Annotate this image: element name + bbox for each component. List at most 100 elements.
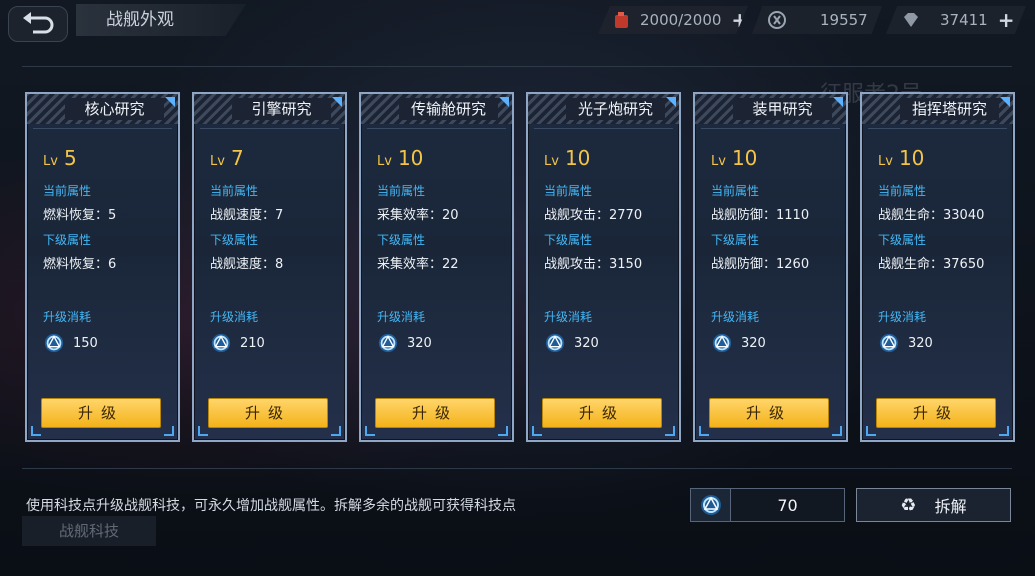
tech-point-icon [691,489,731,521]
upgrade-cost-label: 升级消耗 [377,310,426,324]
fuel-can-icon [612,9,632,31]
diamond-icon [900,9,922,31]
corner-marker-icon [165,97,175,107]
corner-marker-icon [499,97,509,107]
current-attr-value: 战舰防御：1110 [711,208,810,223]
upgrade-cost-value: 320 [407,335,432,351]
current-attr-label: 当前属性 [210,184,259,198]
corner-marker-icon [833,97,843,107]
upgrade-cost: 320 [377,332,432,354]
level-value: 10 [898,146,925,170]
card-title: 指挥塔研究 [900,98,999,120]
current-attr-value: 战舰速度：7 [210,208,284,223]
research-card: 指挥塔研究 Lv 10 当前属性 战舰生命：33040 下级属性 战舰生命：376… [860,92,1015,442]
header-divider [701,128,840,129]
card-title: 核心研究 [65,98,164,120]
upgrade-cost-label: 升级消耗 [544,310,593,324]
upgrade-button[interactable]: 升级 [542,398,662,428]
upgrade-cost-label: 升级消耗 [878,310,927,324]
header-divider [200,128,339,129]
upgrade-cost: 320 [711,332,766,354]
upgrade-cost-value: 320 [908,335,933,351]
corner-bracket [665,426,675,436]
corner-bracket [999,426,1009,436]
credits-resource: 19557 [752,6,882,34]
divider-bottom [22,468,1012,469]
upgrade-cost-value: 320 [574,335,599,351]
corner-bracket [31,426,41,436]
next-attr-value: 战舰生命：37650 [878,257,985,272]
page-title: 战舰外观 [76,4,246,36]
next-attr-label: 下级属性 [377,233,426,247]
dismantle-button[interactable]: ♻ 拆解 [856,488,1011,522]
header-divider [33,128,172,129]
card-header: 核心研究 [27,94,178,129]
current-attr-label: 当前属性 [544,184,593,198]
level-display: Lv 10 [878,146,924,170]
level-value: 7 [230,146,244,170]
corner-marker-icon [1000,97,1010,107]
research-card: 光子炮研究 Lv 10 当前属性 战舰攻击：2770 下级属性 战舰攻击：3150… [526,92,681,442]
next-attr-label: 下级属性 [544,233,593,247]
corner-bracket [198,426,208,436]
tab-warship-tech[interactable]: 战舰科技 [22,516,156,546]
corner-bracket [365,426,375,436]
top-bar: 战舰外观 2000/2000 + 19557 37411 + [0,0,1035,44]
research-card: 装甲研究 Lv 10 当前属性 战舰防御：1110 下级属性 战舰防御：1260 … [693,92,848,442]
next-attr-label: 下级属性 [43,233,92,247]
upgrade-button[interactable]: 升级 [208,398,328,428]
level-value: 5 [63,146,77,170]
hint-text: 使用科技点升级战舰科技，可永久增加战舰属性。拆解多余的战舰可获得科技点 [26,498,516,514]
add-diamond-button[interactable]: + [998,8,1015,32]
research-card: 引擎研究 Lv 7 当前属性 战舰速度：7 下级属性 战舰速度：8 升级消耗 21… [192,92,347,442]
back-button[interactable] [8,6,68,42]
current-attr-value: 燃料恢复：5 [43,208,117,223]
level-prefix: Lv [711,154,726,169]
tech-points-display: 70 [690,488,845,522]
upgrade-button[interactable]: 升级 [876,398,996,428]
next-attr-label: 下级属性 [210,233,259,247]
next-attr-label: 下级属性 [878,233,927,247]
recycle-icon: ♻ [900,494,917,516]
current-attr-value: 战舰生命：33040 [878,208,985,223]
corner-marker-icon [332,97,342,107]
card-title: 传输舱研究 [399,98,498,120]
corner-bracket [832,426,842,436]
level-value: 10 [564,146,591,170]
card-title: 装甲研究 [733,98,832,120]
corner-bracket [331,426,341,436]
current-attr-label: 当前属性 [878,184,927,198]
back-arrow-icon [23,12,54,34]
upgrade-cost: 150 [43,332,98,354]
upgrade-cost: 320 [878,332,933,354]
corner-marker-icon [666,97,676,107]
add-fuel-button[interactable]: + [731,8,748,32]
next-attr-value: 采集效率：22 [377,257,459,272]
upgrade-cost-label: 升级消耗 [711,310,760,324]
upgrade-button[interactable]: 升级 [375,398,495,428]
credits-value: 19557 [820,11,868,29]
level-display: Lv 5 [43,146,77,170]
card-header: 传输舱研究 [361,94,512,129]
level-prefix: Lv [377,154,392,169]
tech-point-icon [878,332,900,354]
upgrade-cost: 210 [210,332,265,354]
current-attr-label: 当前属性 [43,184,92,198]
next-attr-value: 战舰攻击：3150 [544,257,643,272]
level-prefix: Lv [43,154,58,169]
level-prefix: Lv [210,154,225,169]
level-value: 10 [731,146,758,170]
card-title: 引擎研究 [232,98,331,120]
header-divider [868,128,1007,129]
card-header: 指挥塔研究 [862,94,1013,129]
current-attr-label: 当前属性 [711,184,760,198]
next-attr-label: 下级属性 [711,233,760,247]
upgrade-button[interactable]: 升级 [41,398,161,428]
tech-point-icon [210,332,232,354]
header-divider [534,128,673,129]
upgrade-button[interactable]: 升级 [709,398,829,428]
upgrade-cost: 320 [544,332,599,354]
current-attr-value: 战舰攻击：2770 [544,208,643,223]
upgrade-cost-value: 150 [73,335,98,351]
tech-points-value: 70 [777,495,798,515]
